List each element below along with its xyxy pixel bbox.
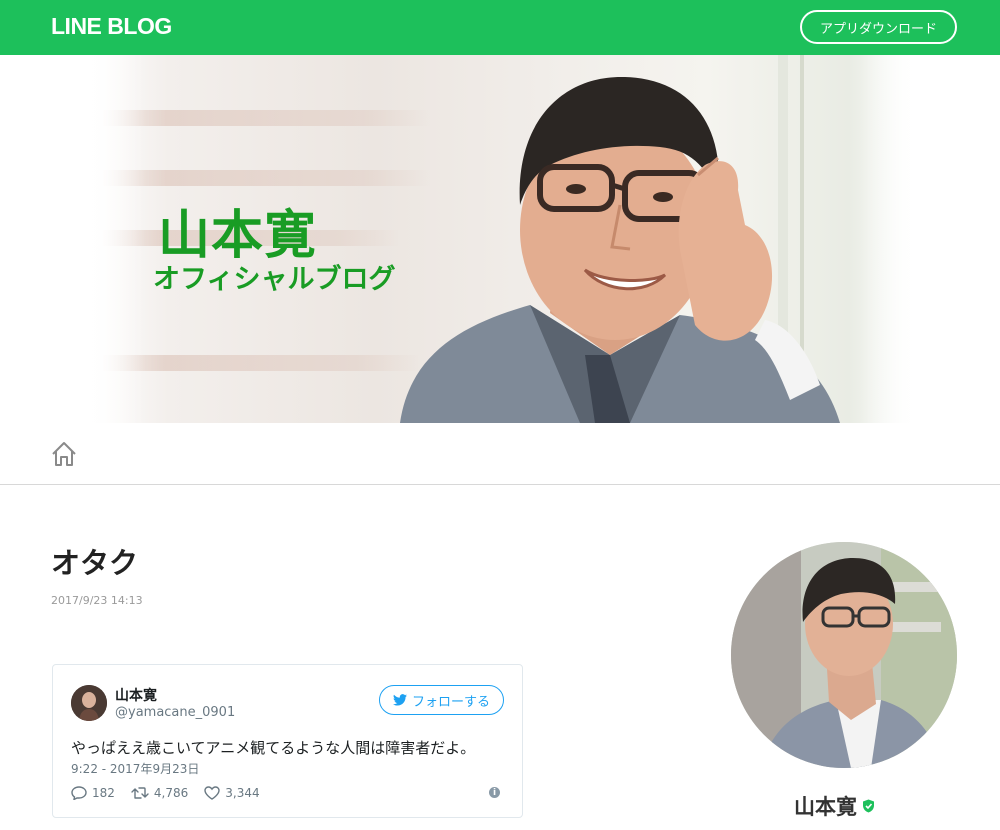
home-icon[interactable] [50, 440, 78, 468]
home-nav-bar [0, 423, 1000, 485]
tweet-reply-count: 182 [92, 786, 115, 800]
post-date: 2017/9/23 14:13 [51, 594, 143, 607]
tweet-retweet-count: 4,786 [153, 786, 189, 800]
app-download-button[interactable]: アプリダウンロード [800, 10, 957, 44]
blog-header-banner: 山本寛 オフィシャルブログ [0, 55, 1000, 423]
banner-portrait-illustration [400, 76, 840, 423]
tweet-text: やっぱええ歳こいてアニメ観てるような人間は障害者だよ。 [71, 739, 476, 757]
embedded-tweet: 山本寛 @yamacane_0901 フォローする やっぱええ歳こいてアニメ観て… [52, 664, 523, 818]
top-bar: LINE BLOG アプリダウンロード [0, 0, 1000, 55]
banner-subtitle: オフィシャルブログ [153, 264, 396, 295]
banner-fade-right [860, 55, 920, 423]
tweet-author-avatar[interactable] [71, 685, 107, 721]
reply-icon [71, 786, 87, 800]
tweet-follow-button[interactable]: フォローする [379, 685, 504, 715]
tweet-like-count: 3,344 [225, 786, 260, 800]
profile-name-text[interactable]: 山本寛 [794, 791, 857, 821]
tweet-info-icon[interactable]: i [489, 787, 500, 798]
tweet-follow-label: フォローする [411, 694, 490, 710]
line-blog-logo[interactable]: LINE BLOG [51, 13, 172, 40]
tweet-actions: 182 4,786 3,344 [71, 786, 276, 800]
profile-avatar[interactable] [731, 542, 957, 768]
banner-fade-left [85, 55, 145, 423]
tweet-author-name[interactable]: 山本寛 [115, 685, 157, 705]
tweet-timestamp[interactable]: 9:22 - 2017年9月23日 [71, 760, 199, 777]
twitter-bird-icon [392, 694, 407, 706]
retweet-icon [131, 787, 149, 799]
tweet-author-handle[interactable]: @yamacane_0901 [115, 705, 235, 720]
shield-check-icon [863, 799, 874, 813]
tweet-retweet-action[interactable]: 4,786 [131, 786, 188, 800]
profile-name: 山本寛 [794, 791, 875, 821]
banner-building-stripe [100, 355, 420, 371]
tweet-like-action[interactable]: 3,344 [204, 786, 260, 800]
tweet-reply-action[interactable]: 182 [71, 786, 115, 800]
heart-icon [204, 786, 220, 800]
post-title: オタク [51, 546, 139, 580]
